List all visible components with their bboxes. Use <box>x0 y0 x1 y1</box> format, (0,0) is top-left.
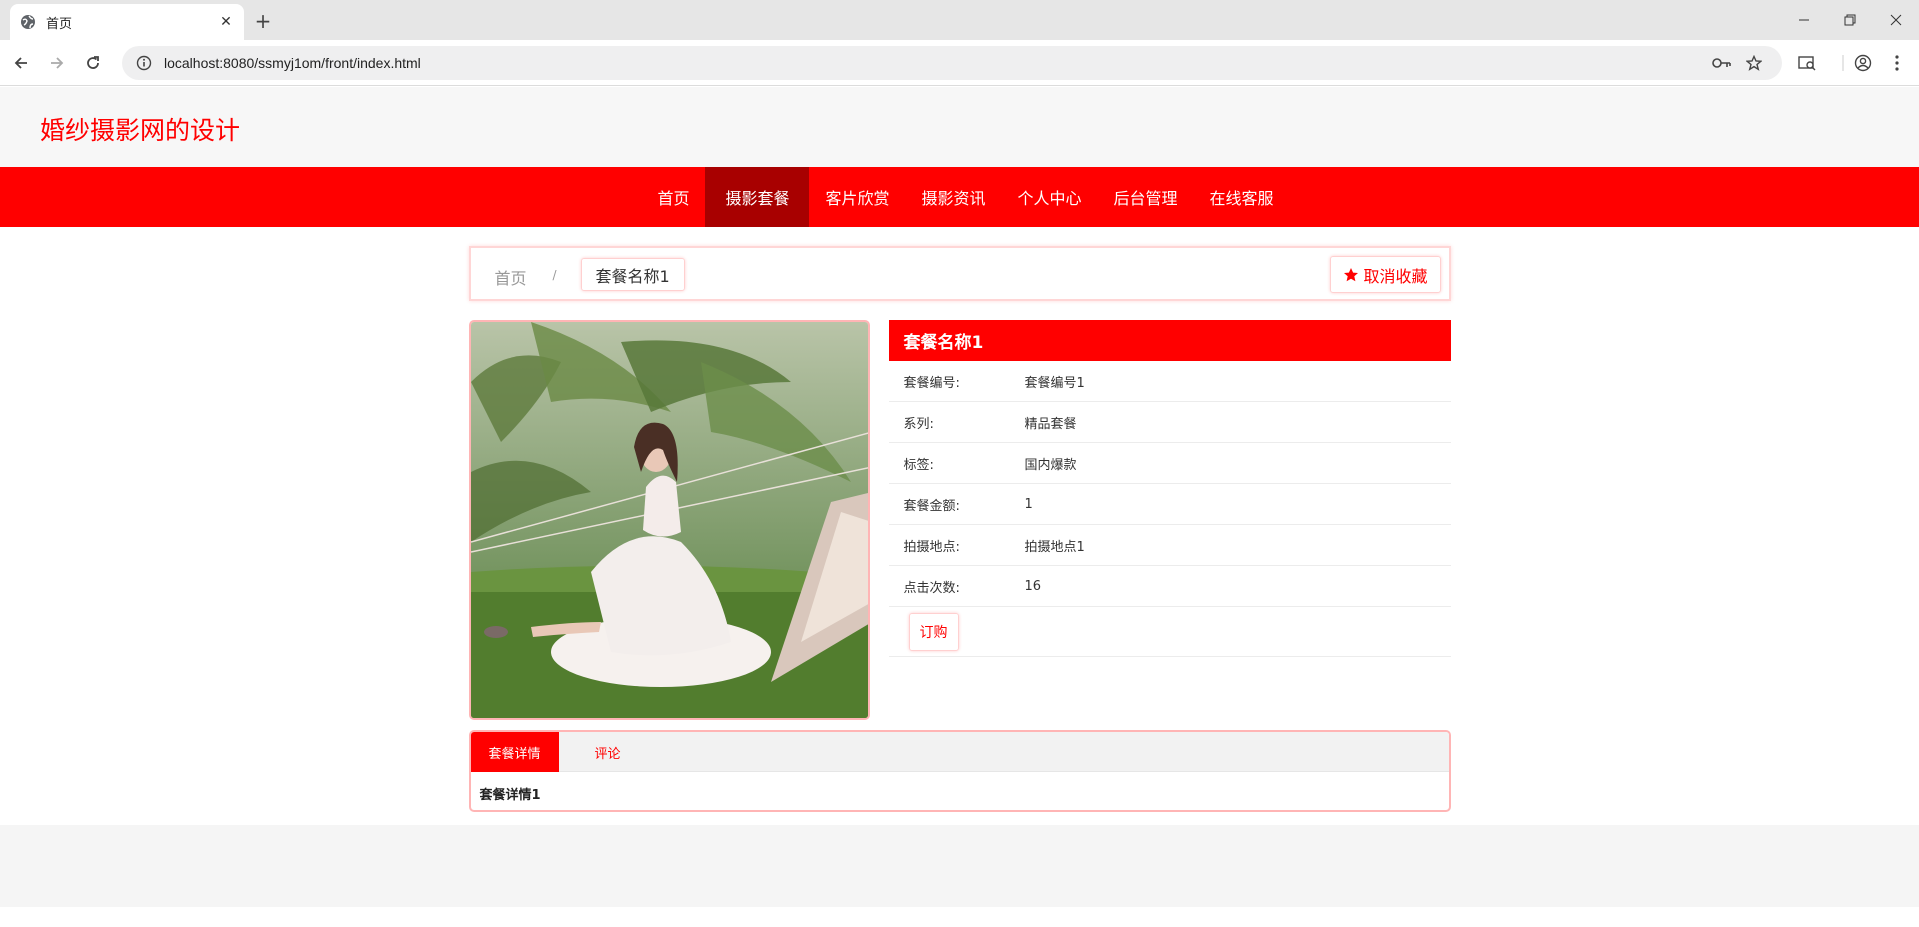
detail-tabs: 套餐详情 评论 <box>470 732 1449 772</box>
info-value: 16 <box>1024 578 1042 594</box>
breadcrumb-current: 套餐名称1 <box>580 258 685 291</box>
star-icon <box>1343 267 1359 283</box>
info-row-clicks: 点击次数: 16 <box>888 566 1451 607</box>
info-row-tag: 标签: 国内爆款 <box>888 443 1451 484</box>
package-info: 套餐名称1 套餐编号: 套餐编号1 系列: 精品套餐 标签: 国内爆款 套餐金额… <box>888 320 1451 657</box>
package-name-heading: 套餐名称1 <box>888 320 1451 361</box>
info-label: 系列: <box>903 416 934 432</box>
info-row-price: 套餐金额: 1 <box>888 484 1451 525</box>
forward-icon[interactable] <box>46 52 68 74</box>
browser-tab[interactable]: 首页 ✕ <box>10 4 244 40</box>
info-value: 精品套餐 <box>1024 416 1077 432</box>
info-label: 套餐金额: <box>903 498 960 514</box>
address-bar[interactable]: localhost:8080/ssmyj1om/front/index.html <box>122 46 1782 80</box>
package-photo <box>468 320 870 720</box>
info-row-code: 套餐编号: 套餐编号1 <box>888 361 1451 402</box>
nav-item-home[interactable]: 首页 <box>641 167 705 227</box>
nav-item-packages[interactable]: 摄影套餐 <box>705 167 810 227</box>
nav-item-admin[interactable]: 后台管理 <box>1098 167 1194 227</box>
site-header: 婚纱摄影网的设计 <box>0 87 1919 167</box>
globe-icon <box>20 14 36 30</box>
info-row-series: 系列: 精品套餐 <box>888 402 1451 443</box>
bookmark-star-icon[interactable] <box>1746 46 1762 80</box>
profile-icon[interactable] <box>1852 52 1874 74</box>
info-label: 点击次数: <box>903 580 960 596</box>
info-label: 套餐编号: <box>903 375 960 391</box>
url-text: localhost:8080/ssmyj1om/front/index.html <box>164 55 421 71</box>
nav-item-gallery[interactable]: 客片欣赏 <box>809 167 905 227</box>
tab-comments[interactable]: 评论 <box>577 732 639 772</box>
page-footer <box>0 825 1919 907</box>
tab-package-details[interactable]: 套餐详情 <box>470 732 559 772</box>
site-title[interactable]: 婚纱摄影网的设计 <box>40 111 240 147</box>
breadcrumb-separator: / <box>552 268 557 282</box>
unfavorite-label: 取消收藏 <box>1363 266 1428 286</box>
browser-toolbar: localhost:8080/ssmyj1om/front/index.html <box>0 40 1919 86</box>
divider-icon <box>1832 52 1854 74</box>
info-value: 拍摄地点1 <box>1024 539 1085 555</box>
info-row-location: 拍摄地点: 拍摄地点1 <box>888 525 1451 566</box>
menu-dots-icon[interactable] <box>1886 52 1908 74</box>
info-value: 套餐编号1 <box>1024 375 1085 391</box>
back-icon[interactable] <box>10 52 32 74</box>
nav-item-profile[interactable]: 个人中心 <box>1002 167 1098 227</box>
info-label: 标签: <box>903 457 934 473</box>
breadcrumb-home-link[interactable]: 首页 <box>495 265 527 289</box>
close-window-icon[interactable] <box>1873 0 1919 40</box>
main-nav: 首页 摄影套餐 客片欣赏 摄影资讯 个人中心 后台管理 在线客服 <box>0 167 1919 227</box>
detail-body-text: 套餐详情1 <box>479 788 541 803</box>
detail-panel: 套餐详情 评论 套餐详情1 <box>468 730 1451 812</box>
page-viewport: 婚纱摄影网的设计 首页 摄影套餐 客片欣赏 摄影资讯 个人中心 后台管理 在线客… <box>0 87 1919 927</box>
nav-item-support[interactable]: 在线客服 <box>1194 167 1290 227</box>
tab-search-icon[interactable] <box>1796 52 1818 74</box>
info-value: 1 <box>1024 496 1033 512</box>
order-row: 订购 <box>888 607 1451 657</box>
order-button[interactable]: 订购 <box>908 612 959 651</box>
info-value: 国内爆款 <box>1024 457 1077 473</box>
close-tab-icon[interactable]: ✕ <box>218 14 234 30</box>
breadcrumb: 首页 / 套餐名称1 取消收藏 <box>468 246 1451 301</box>
info-label: 拍摄地点: <box>903 539 960 555</box>
browser-tabstrip: 首页 ✕ + <box>0 0 1919 40</box>
restore-icon[interactable] <box>1827 0 1873 40</box>
password-key-icon[interactable] <box>1712 46 1732 80</box>
nav-item-news[interactable]: 摄影资讯 <box>905 167 1001 227</box>
new-tab-icon[interactable]: + <box>252 9 274 33</box>
minimize-icon[interactable] <box>1781 0 1827 40</box>
site-info-icon[interactable] <box>136 55 152 71</box>
reload-icon[interactable] <box>82 52 104 74</box>
unfavorite-button[interactable]: 取消收藏 <box>1330 256 1441 293</box>
browser-tab-title: 首页 <box>46 16 73 32</box>
